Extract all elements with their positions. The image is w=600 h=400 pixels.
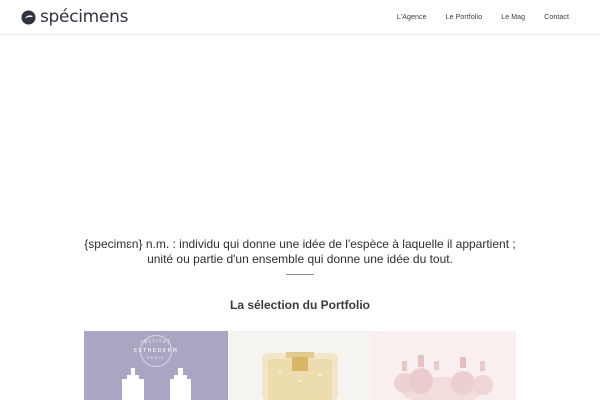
specimens-logo-icon: [21, 9, 36, 25]
tagline: {specimɛn} n.m. : individu qui donne une…: [0, 237, 600, 267]
site-header: spécimens L'Agence Le Portfolio Le Mag C…: [0, 0, 600, 35]
nav-item-contact[interactable]: Contact: [544, 14, 569, 21]
divider: [286, 274, 314, 275]
portfolio-tile-perfume-gold[interactable]: [228, 331, 372, 400]
portfolio-section-title: La sélection du Portfolio: [229, 298, 370, 312]
pink-perfumes-illustration: [394, 355, 493, 400]
nav-item-agence[interactable]: L'Agence: [397, 14, 427, 21]
tagline-line-2: unité ou partie d'un ensemble qui donne …: [147, 252, 453, 266]
tagline-line-1: {specimɛn} n.m. : individu qui donne une…: [84, 237, 516, 251]
nav-item-mag[interactable]: Le Mag: [501, 14, 525, 21]
bottles-illustration: [122, 368, 191, 400]
perfume-bottle-illustration: [262, 352, 338, 400]
logo-link[interactable]: spécimens: [21, 6, 128, 28]
portfolio-grid: INSTITUT ESTHEDERM PARIS: [84, 331, 516, 400]
nav-item-portfolio[interactable]: Le Portfolio: [446, 14, 483, 21]
portfolio-tile-perfume-pink[interactable]: [372, 331, 516, 400]
logo-text: spécimens: [40, 7, 129, 27]
page: spécimens L'Agence Le Portfolio Le Mag C…: [0, 0, 600, 400]
main-nav: L'Agence Le Portfolio Le Mag Contact: [397, 0, 569, 35]
portfolio-tile-esthederm[interactable]: INSTITUT ESTHEDERM PARIS: [84, 331, 228, 400]
